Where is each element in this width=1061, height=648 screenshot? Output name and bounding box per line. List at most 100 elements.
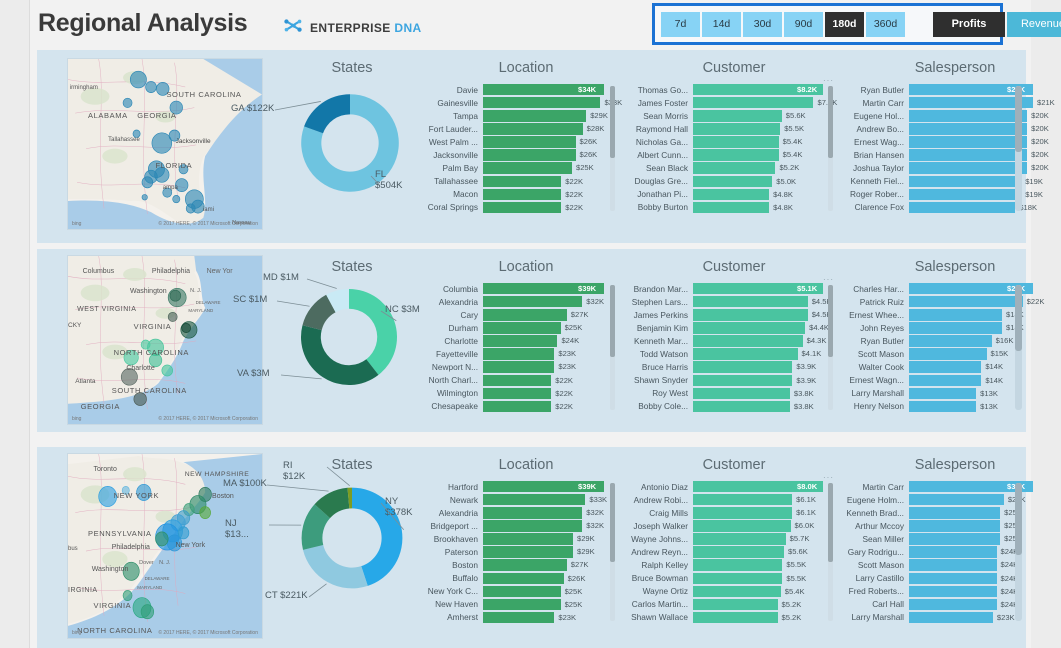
customer-bar-row[interactable]: Raymond Hall $5.5K bbox=[627, 123, 823, 135]
customer-bar-row[interactable]: Shawn Wallace $5.2K bbox=[627, 611, 823, 624]
customer-bar-row[interactable]: Andrew Robi... $6.1K bbox=[627, 494, 823, 506]
location-bar-row[interactable]: Palm Bay $25K bbox=[426, 162, 604, 174]
salesperson-bar-row[interactable]: Charles Har...$24K bbox=[843, 283, 1033, 295]
location-bar-row[interactable]: New Haven $25K bbox=[426, 598, 604, 611]
location-scrollbar[interactable] bbox=[610, 86, 615, 211]
salesperson-bar-row[interactable]: Kenneth Brad... $25K bbox=[843, 507, 1033, 519]
location-bar-row[interactable]: Hartford $39K bbox=[426, 481, 604, 493]
location-bar-row[interactable]: Fort Lauder... $28K bbox=[426, 123, 604, 135]
location-bar-row[interactable]: Fayetteville $23K bbox=[426, 348, 604, 360]
location-bar-row[interactable]: Durham $25K bbox=[426, 322, 604, 334]
location-bar-row[interactable]: Alexandria $32K bbox=[426, 507, 604, 519]
time-filter-180d[interactable]: 180d bbox=[825, 11, 864, 37]
customer-bar-row[interactable]: Albert Cunn... $5.4K bbox=[627, 149, 823, 161]
location-bar-chart[interactable]: Davie $34K Gainesville $33K Tampa $29K Fort La… bbox=[426, 84, 622, 215]
location-bar-row[interactable]: Wilmington $22K bbox=[426, 387, 604, 400]
location-bar-row[interactable]: Chesapeake $22K bbox=[426, 400, 604, 413]
customer-more-options-icon[interactable]: ··· bbox=[823, 473, 834, 482]
customer-scrollbar-thumb[interactable] bbox=[828, 86, 833, 159]
region-row-scrollbar[interactable] bbox=[1015, 86, 1022, 211]
salesperson-bar-row[interactable]: Clarence Fox $18K bbox=[843, 201, 1037, 214]
customer-bar-row[interactable]: Ralph Kelley $5.5K bbox=[627, 559, 823, 571]
location-bar-row[interactable]: Macon $22K bbox=[426, 188, 604, 201]
salesperson-bar-row[interactable]: Kenneth Fiel... $19K bbox=[843, 175, 1043, 187]
customer-bar-row[interactable]: Antonio Diaz $8.0K bbox=[627, 481, 823, 493]
location-bar-row[interactable]: Gainesville $33K bbox=[426, 97, 622, 109]
region-row-scrollbar[interactable] bbox=[1015, 285, 1022, 410]
location-bar-chart[interactable]: Hartford $39K Newark $33K Alexandria $32K Brid… bbox=[426, 481, 607, 625]
salesperson-bar-row[interactable]: Joshua Taylor $20K bbox=[843, 162, 1049, 174]
southeast-map[interactable]: SOUTH CAROLINA ALABAMA GEORGIA FLORIDA Jacks… bbox=[67, 58, 263, 230]
salesperson-bar-chart[interactable]: Martin Carr$34KEugene Holm...$26KKenneth… bbox=[843, 481, 1033, 625]
location-bar-row[interactable]: Cary $27K bbox=[426, 309, 604, 321]
salesperson-bar-row[interactable]: Sean Miller $25K bbox=[843, 533, 1033, 545]
customer-bar-row[interactable]: Wayne Johns... $5.7K bbox=[627, 533, 823, 545]
location-scrollbar[interactable] bbox=[610, 285, 615, 410]
location-scrollbar-thumb[interactable] bbox=[610, 483, 615, 563]
location-scrollbar-thumb[interactable] bbox=[610, 86, 615, 159]
salesperson-bar-row[interactable]: Eugene Holm...$26K bbox=[843, 494, 1033, 506]
location-scrollbar[interactable] bbox=[610, 483, 615, 622]
salesperson-bar-row[interactable]: Walter Cook $14K bbox=[843, 361, 1033, 373]
customer-bar-row[interactable]: Craig Mills $6.1K bbox=[627, 507, 823, 519]
customer-bar-row[interactable]: Stephen Lars... $4.5K bbox=[627, 296, 832, 308]
location-bar-row[interactable]: Boston $27K bbox=[426, 559, 604, 571]
customer-bar-chart[interactable]: Thomas Go...$8.2KJames Foster$7.6KSean M… bbox=[627, 84, 837, 215]
region-row-scrollbar-thumb[interactable] bbox=[1015, 483, 1022, 556]
salesperson-bar-row[interactable]: Henry Nelson $13K bbox=[843, 400, 1033, 413]
location-bar-row[interactable]: Paterson $29K bbox=[426, 546, 604, 558]
location-bar-row[interactable]: Newark $33K bbox=[426, 494, 607, 506]
salesperson-bar-row[interactable]: Patrick Ruiz $22K bbox=[843, 296, 1044, 308]
salesperson-bar-row[interactable]: Brian Hansen $20K bbox=[843, 149, 1049, 161]
salesperson-bar-row[interactable]: Ernest Wagn... $14K bbox=[843, 374, 1033, 386]
customer-bar-chart[interactable]: Brandon Mar... $5.1K Stephen Lars... $4.5K J… bbox=[627, 283, 832, 414]
region-row-scrollbar-thumb[interactable] bbox=[1015, 86, 1022, 152]
salesperson-bar-row[interactable]: Larry Marshall $13K bbox=[843, 387, 1033, 400]
location-bar-row[interactable]: West Palm ... $26K bbox=[426, 136, 604, 148]
time-filter-14d[interactable]: 14d bbox=[702, 11, 741, 37]
salesperson-bar-row[interactable]: Larry Castillo $24K bbox=[843, 572, 1033, 584]
measure-filter-revenue[interactable]: Revenue bbox=[1007, 11, 1061, 37]
customer-bar-row[interactable]: Wayne Ortiz $5.4K bbox=[627, 585, 823, 598]
time-filter-90d[interactable]: 90d bbox=[784, 11, 823, 37]
customer-scrollbar[interactable] bbox=[828, 86, 833, 211]
salesperson-bar-chart[interactable]: Charles Har...$24KPatrick Ruiz $22K Ernest… bbox=[843, 283, 1044, 414]
salesperson-bar-row[interactable]: Arthur Mccoy $25K bbox=[843, 520, 1033, 532]
time-period-buttons[interactable]: 7d 14d 30d 90d 180d 360d bbox=[661, 11, 905, 37]
location-bar-row[interactable]: Alexandria $32K bbox=[426, 296, 604, 308]
measure-buttons[interactable]: Profits Revenue bbox=[933, 11, 1061, 37]
salesperson-bar-row[interactable]: Gary Rodrigu... $24K bbox=[843, 546, 1033, 558]
customer-bar-chart[interactable]: Antonio Diaz $8.0K Andrew Robi... $6.1K Crai… bbox=[627, 481, 823, 625]
salesperson-bar-row[interactable]: Ernest Wag... $20K bbox=[843, 136, 1049, 148]
salesperson-bar-chart[interactable]: Ryan Butler$21KMartin Carr $21K Eugene Hol… bbox=[843, 84, 1055, 215]
salesperson-bar-row[interactable]: Carl Hall $24K bbox=[843, 598, 1033, 611]
measure-filter-profits[interactable]: Profits bbox=[933, 11, 1005, 37]
location-bar-row[interactable]: Columbia $39K bbox=[426, 283, 604, 295]
salesperson-bar-row[interactable]: Roger Rober... $19K bbox=[843, 188, 1043, 201]
salesperson-bar-row[interactable]: Scott Mason $24K bbox=[843, 559, 1033, 571]
salesperson-bar-row[interactable]: John Reyes$18K bbox=[843, 322, 1033, 334]
customer-scrollbar-thumb[interactable] bbox=[828, 285, 833, 358]
location-bar-row[interactable]: Brookhaven $29K bbox=[426, 533, 604, 545]
customer-bar-row[interactable]: Jonathan Pi... $4.8K bbox=[627, 188, 823, 201]
salesperson-bar-row[interactable]: Martin Carr$34K bbox=[843, 481, 1033, 493]
location-bar-row[interactable]: New York C... $25K bbox=[426, 585, 604, 598]
salesperson-bar-row[interactable]: Fred Roberts... $24K bbox=[843, 585, 1033, 598]
location-bar-row[interactable]: North Charl... $22K bbox=[426, 374, 604, 386]
time-filter-30d[interactable]: 30d bbox=[743, 11, 782, 37]
location-bar-row[interactable]: Tampa $29K bbox=[426, 110, 608, 122]
location-bar-row[interactable]: Amherst $23K bbox=[426, 611, 604, 624]
customer-bar-row[interactable]: James Perkins $4.5K bbox=[627, 309, 832, 321]
customer-bar-row[interactable]: Andrew Reyn... $5.6K bbox=[627, 546, 823, 558]
time-filter-7d[interactable]: 7d bbox=[661, 11, 700, 37]
customer-bar-row[interactable]: Brandon Mar... $5.1K bbox=[627, 283, 823, 295]
customer-bar-row[interactable]: Roy West $3.8K bbox=[627, 387, 823, 400]
customer-bar-row[interactable]: James Foster $7.6K bbox=[627, 97, 837, 109]
mid-atlantic-map[interactable]: Columbus Philadelphia New Yor Washington WES… bbox=[67, 255, 263, 425]
location-bar-row[interactable]: Charlotte $24K bbox=[426, 335, 604, 347]
region-row-scrollbar-thumb[interactable] bbox=[1015, 285, 1022, 351]
states-donut-chart[interactable] bbox=[289, 277, 409, 397]
salesperson-bar-row[interactable]: Ryan Butler $16K bbox=[843, 335, 1033, 347]
customer-bar-row[interactable]: Joseph Walker $6.0K bbox=[627, 520, 823, 532]
customer-bar-row[interactable]: Thomas Go... $8.2K bbox=[627, 84, 823, 96]
